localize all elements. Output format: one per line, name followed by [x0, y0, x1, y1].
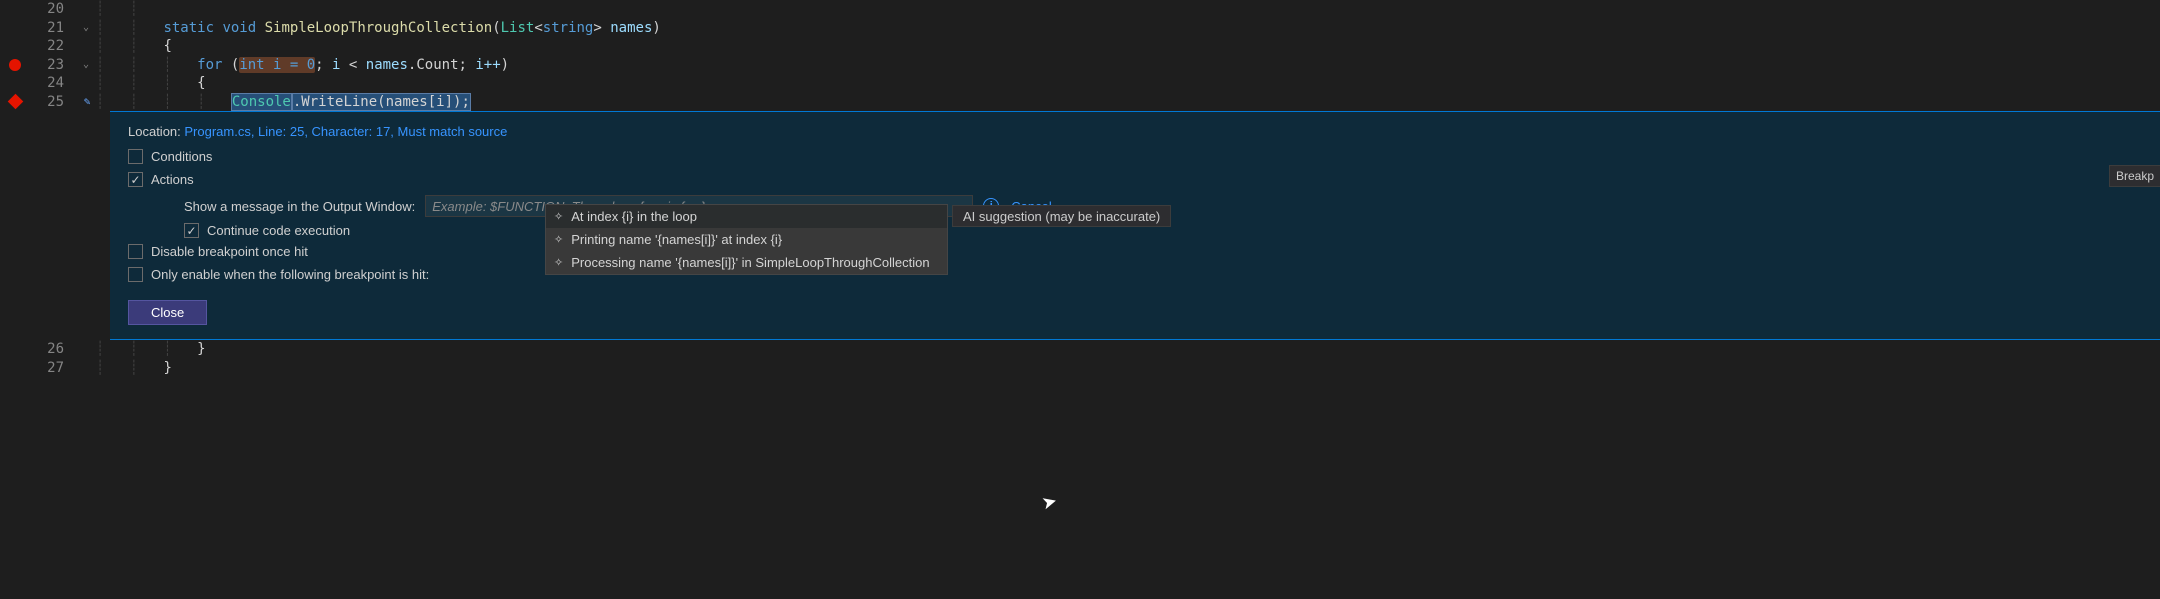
code-text: static void SimpleLoopThroughCollection(… [163, 20, 660, 36]
suggestion-item[interactable]: ✧ At index {i} in the loop [546, 205, 947, 228]
continue-execution-label: Continue code execution [207, 223, 350, 238]
line-number: 27 [30, 360, 76, 376]
indent-guide: ┊ ┊ ┊ [96, 57, 197, 73]
fold-chevron-icon[interactable]: ⌄ [76, 22, 96, 33]
conditions-checkbox[interactable] [128, 149, 143, 164]
line-number: 23 [30, 57, 76, 73]
indent-guide: ┊ ┊ [96, 20, 163, 36]
location-label: Location: [128, 124, 184, 139]
only-enable-checkbox[interactable] [128, 267, 143, 282]
indent-guide: ┊ ┊ ┊ ┊ [96, 94, 231, 110]
breakpoint-glyph[interactable] [0, 59, 30, 71]
line-number: 25 [30, 94, 76, 110]
code-line[interactable]: 23 ⌄ ┊ ┊ ┊ for (int i = 0; i < names.Cou… [0, 56, 2160, 75]
only-enable-label: Only enable when the following breakpoin… [151, 267, 429, 282]
code-text: } [197, 341, 205, 357]
suggestion-item[interactable]: ✧ Printing name '{names[i]}' at index {i… [546, 228, 947, 251]
breakpoint-dot-icon [9, 59, 21, 71]
suggestions-popup: ✧ At index {i} in the loop ✧ Printing na… [545, 204, 948, 275]
actions-label: Actions [151, 172, 194, 187]
indent-guide: ┊ ┊ ┊ [96, 341, 197, 357]
only-enable-row: Only enable when the following breakpoin… [128, 267, 2142, 282]
disable-once-checkbox[interactable] [128, 244, 143, 259]
code-line[interactable]: 22 ┊ ┊ { [0, 37, 2160, 56]
line-number: 21 [30, 20, 76, 36]
close-button[interactable]: Close [128, 300, 207, 325]
indent-guide: ┊ ┊ [96, 360, 163, 376]
code-text: } [163, 360, 171, 376]
code-editor[interactable]: 20 ┊ ┊ 21 ⌄ ┊ ┊ static void SimpleLoopTh… [0, 0, 2160, 111]
conditions-label: Conditions [151, 149, 212, 164]
indent-guide: ┊ ┊ [96, 38, 163, 54]
ai-suggestion-badge: AI suggestion (may be inaccurate) [952, 205, 1171, 227]
breakpoint-glyph[interactable] [0, 96, 30, 107]
suggestion-item[interactable]: ✧ Processing name '{names[i]}' in Simple… [546, 251, 947, 274]
fold-chevron-icon[interactable]: ⌄ [76, 59, 96, 70]
line-number: 22 [30, 38, 76, 54]
breakpoints-side-tab[interactable]: Breakp [2109, 165, 2160, 187]
show-message-label: Show a message in the Output Window: [184, 199, 415, 214]
disable-once-row: Disable breakpoint once hit [128, 244, 2142, 259]
code-text: { [163, 38, 171, 54]
code-line[interactable]: 21 ⌄ ┊ ┊ static void SimpleLoopThroughCo… [0, 19, 2160, 38]
actions-row: Actions [128, 172, 2142, 187]
code-text: { [197, 75, 205, 91]
code-line[interactable]: 26 ┊ ┊ ┊ } [0, 340, 2160, 359]
disable-once-label: Disable breakpoint once hit [151, 244, 308, 259]
code-editor-continued[interactable]: 26 ┊ ┊ ┊ } 27 ┊ ┊ } [0, 340, 2160, 377]
suggestion-text: Processing name '{names[i]}' in SimpleLo… [571, 255, 929, 270]
line-number: 24 [30, 75, 76, 91]
mouse-cursor-icon: ➤ [1040, 490, 1060, 514]
continue-execution-checkbox[interactable] [184, 223, 199, 238]
code-text: for (int i = 0; i < names.Count; i++) [197, 57, 509, 73]
code-text: Console.WriteLine(names[i]); [231, 94, 471, 110]
code-line[interactable]: 25 ✎ ┊ ┊ ┊ ┊ Console.WriteLine(names[i])… [0, 93, 2160, 112]
code-line[interactable]: 27 ┊ ┊ } [0, 359, 2160, 378]
sparkle-icon: ✧ [554, 256, 563, 269]
indent-guide: ┊ ┊ ┊ [96, 75, 197, 91]
sparkle-icon: ✧ [554, 233, 563, 246]
tracepoint-diamond-icon [7, 94, 23, 110]
code-line[interactable]: 24 ┊ ┊ ┊ { [0, 74, 2160, 93]
screwdriver-icon[interactable]: ✎ [76, 95, 96, 108]
indent-guide: ┊ ┊ [96, 1, 138, 17]
actions-checkbox[interactable] [128, 172, 143, 187]
breakpoint-settings-panel: Location: Program.cs, Line: 25, Characte… [110, 111, 2160, 340]
breakpoint-location: Location: Program.cs, Line: 25, Characte… [128, 124, 2142, 139]
line-number: 20 [30, 1, 76, 17]
line-number: 26 [30, 341, 76, 357]
suggestion-text: At index {i} in the loop [571, 209, 697, 224]
code-line[interactable]: 20 ┊ ┊ [0, 0, 2160, 19]
suggestion-text: Printing name '{names[i]}' at index {i} [571, 232, 782, 247]
location-value[interactable]: Program.cs, Line: 25, Character: 17, Mus… [184, 124, 507, 139]
conditions-row: Conditions [128, 149, 2142, 164]
sparkle-icon: ✧ [554, 210, 563, 223]
